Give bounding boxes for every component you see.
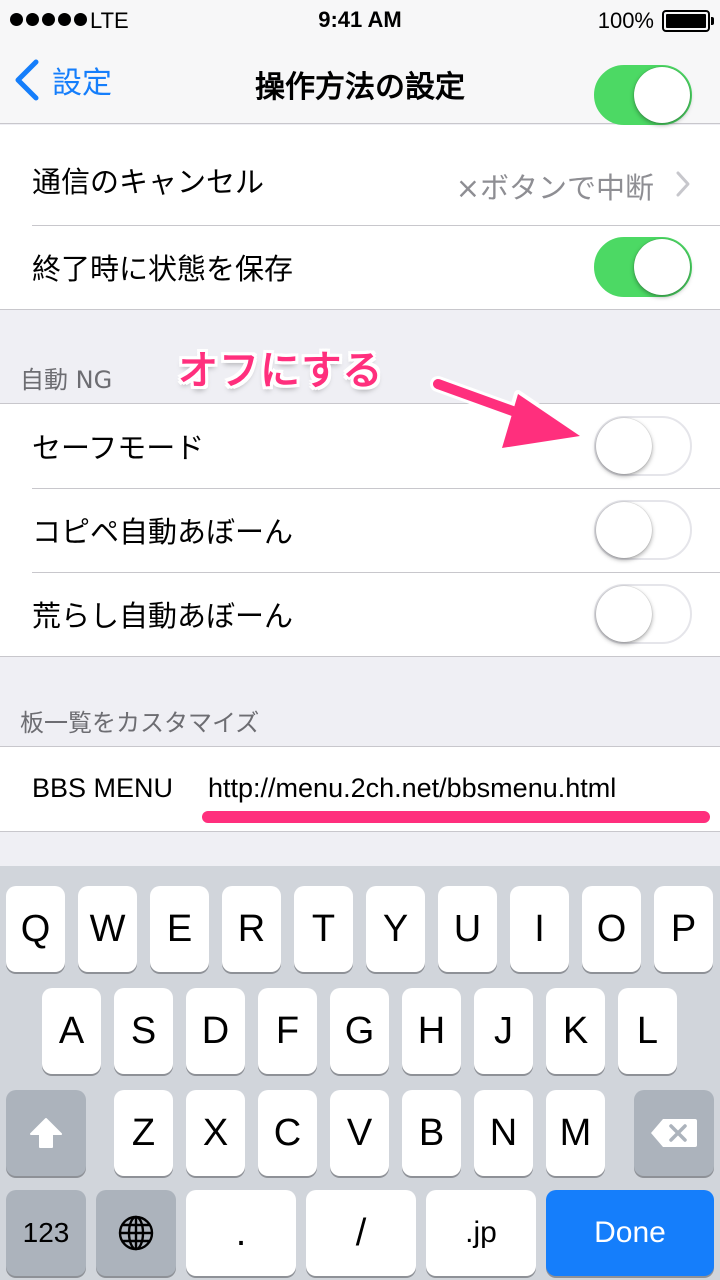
key-n[interactable]: N xyxy=(474,1090,533,1176)
key-p[interactable]: P xyxy=(654,886,713,972)
battery-icon xyxy=(662,10,714,32)
key-d[interactable]: D xyxy=(186,988,245,1074)
copypaste-auto-abon-toggle[interactable] xyxy=(594,500,692,560)
status-bar: LTE 9:41 AM 100% xyxy=(0,0,720,40)
section-header-board-list: 板一覧をカスタマイズ xyxy=(20,709,260,737)
key-m[interactable]: M xyxy=(546,1090,605,1176)
key-j[interactable]: J xyxy=(474,988,533,1074)
key-x[interactable]: X xyxy=(186,1090,245,1176)
settings-group-general: 通信のキャンセル ×ボタンで中断 終了時に状態を保存 xyxy=(0,65,720,310)
bbs-menu-url-input[interactable]: http://menu.2ch.net/bbsmenu.html xyxy=(208,773,616,804)
key-b[interactable]: B xyxy=(402,1090,461,1176)
key-y[interactable]: Y xyxy=(366,886,425,972)
annotation-callout: オフにする xyxy=(178,348,384,394)
key-q[interactable]: Q xyxy=(6,886,65,972)
troll-auto-abon-toggle[interactable] xyxy=(594,584,692,644)
key-l[interactable]: L xyxy=(618,988,677,1074)
row-label: 通信のキャンセル xyxy=(32,165,265,199)
key-c[interactable]: C xyxy=(258,1090,317,1176)
row-cancel-communication[interactable]: 通信のキャンセル ×ボタンで中断 xyxy=(0,125,720,225)
row-label: コピペ自動あぼーん xyxy=(32,515,294,549)
key-w[interactable]: W xyxy=(78,886,137,972)
key-t[interactable]: T xyxy=(294,886,353,972)
key-s[interactable]: S xyxy=(114,988,173,1074)
annotation-arrow-icon xyxy=(430,376,584,452)
delete-backspace-icon xyxy=(651,1119,697,1147)
key-a[interactable]: A xyxy=(42,988,101,1074)
settings-group-auto-ng: セーフモード コピペ自動あぼーん 荒らし自動あぼーん xyxy=(0,403,720,657)
row-copypaste-auto-abon: コピペ自動あぼーん xyxy=(0,488,720,572)
key-h[interactable]: H xyxy=(402,988,461,1074)
numbers-key[interactable]: 123 xyxy=(6,1190,86,1276)
key-z[interactable]: Z xyxy=(114,1090,173,1176)
delete-key[interactable] xyxy=(634,1090,714,1176)
key-r[interactable]: R xyxy=(222,886,281,972)
key-g[interactable]: G xyxy=(330,988,389,1074)
row-label: 終了時に状態を保存 xyxy=(32,252,294,286)
safe-mode-toggle[interactable] xyxy=(594,416,692,476)
row-troll-auto-abon: 荒らし自動あぼーん xyxy=(0,572,720,656)
key-f[interactable]: F xyxy=(258,988,317,1074)
key-e[interactable]: E xyxy=(150,886,209,972)
done-button[interactable]: Done xyxy=(546,1190,714,1276)
chevron-right-icon xyxy=(676,171,690,197)
globe-key[interactable] xyxy=(96,1190,176,1276)
annotation-underline xyxy=(202,811,710,823)
key-o[interactable]: O xyxy=(582,886,641,972)
dot-key[interactable]: . xyxy=(186,1190,296,1276)
globe-icon xyxy=(118,1215,154,1251)
scrolled-toggle[interactable] xyxy=(594,65,692,125)
row-safe-mode: セーフモード xyxy=(0,404,720,488)
row-detail-value: ×ボタンで中断 xyxy=(455,171,654,205)
shift-arrow-icon xyxy=(30,1118,62,1148)
save-state-toggle[interactable] xyxy=(594,237,692,297)
battery-percentage: 100% xyxy=(597,8,654,33)
bbs-menu-label: BBS MENU xyxy=(32,773,174,803)
slash-key[interactable]: / xyxy=(306,1190,416,1276)
jp-key[interactable]: .jp xyxy=(426,1190,536,1276)
row-label: セーフモード xyxy=(32,431,205,465)
keyboard: Q W E R T Y U I O P A S D F G H J K L Z … xyxy=(0,866,720,1280)
key-i[interactable]: I xyxy=(510,886,569,972)
row-save-state: 終了時に状態を保存 xyxy=(0,225,720,309)
key-u[interactable]: U xyxy=(438,886,497,972)
key-v[interactable]: V xyxy=(330,1090,389,1176)
shift-key[interactable] xyxy=(6,1090,86,1176)
key-k[interactable]: K xyxy=(546,988,605,1074)
row-label: 荒らし自動あぼーん xyxy=(32,599,294,633)
section-header-auto-ng: 自動 NG xyxy=(20,366,113,394)
